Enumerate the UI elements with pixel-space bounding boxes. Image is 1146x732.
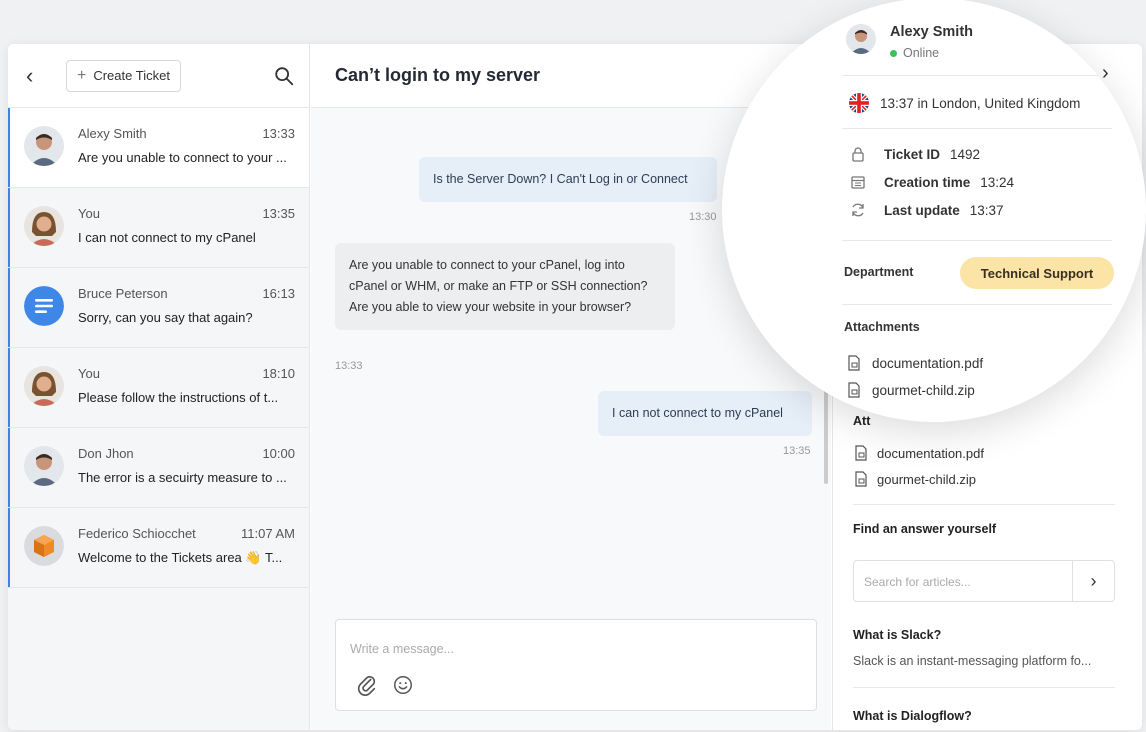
conversation-time: 13:35 xyxy=(262,206,295,221)
avatar xyxy=(24,526,64,566)
create-ticket-button[interactable]: + Create Ticket xyxy=(66,59,181,92)
conversation-name: Don Jhon xyxy=(78,446,134,461)
file-icon xyxy=(848,382,860,398)
article-search[interactable]: Search for articles... › xyxy=(853,560,1115,602)
department-label: Department xyxy=(844,265,914,279)
conversation-name: Bruce Peterson xyxy=(78,286,168,301)
location-text: 13:37 in London, United Kingdom xyxy=(880,95,1081,111)
search-icon[interactable] xyxy=(273,65,295,87)
avatar xyxy=(24,286,64,326)
message-bubble: I can not connect to my cPanel xyxy=(598,391,812,436)
article-title[interactable]: What is Slack? xyxy=(853,628,941,642)
conversation-item[interactable]: Federico Schiocchet 11:07 AM Welcome to t… xyxy=(8,508,309,588)
divider xyxy=(842,240,1112,241)
file-icon xyxy=(855,471,867,487)
conversation-time: 11:07 AM xyxy=(241,526,295,541)
attachment-name: gourmet-child.zip xyxy=(877,471,976,487)
conversation-time: 10:00 xyxy=(262,446,295,461)
conversation-preview: Sorry, can you say that again? xyxy=(78,310,253,325)
conversation-item[interactable]: You 18:10 Please follow the instructions … xyxy=(8,348,309,428)
back-arrow-icon[interactable]: ‹ xyxy=(26,64,46,86)
conversation-name: You xyxy=(78,206,100,221)
ticket-list-header: ‹ + Create Ticket xyxy=(8,44,309,108)
ticket-id-row: Ticket ID 1492 xyxy=(850,146,980,162)
attachment-name: documentation.pdf xyxy=(872,355,984,371)
find-answer-heading: Find an answer yourself xyxy=(853,522,997,536)
conversation-name: Alexy Smith xyxy=(78,126,147,141)
agent-name: Alexy Smith xyxy=(890,24,973,40)
message-time: 13:33 xyxy=(335,360,363,372)
online-dot xyxy=(890,49,897,57)
conversation-time: 16:13 xyxy=(262,286,295,301)
creation-time-row: Creation time 13:24 xyxy=(850,174,1014,190)
message-bubble: Are you unable to connect to your cPanel… xyxy=(335,243,675,330)
location-row: 13:37 in London, United Kingdom xyxy=(848,92,1080,114)
creation-time-value: 13:24 xyxy=(980,174,1015,190)
uk-flag-icon xyxy=(849,93,869,113)
attachment-name: gourmet-child.zip xyxy=(872,382,975,398)
conversation-preview: The error is a secuirty measure to ... xyxy=(78,470,287,485)
message-time: 13:30 xyxy=(689,211,717,223)
ticket-list-panel: ‹ + Create Ticket Alexy Smith 13:33 Are y… xyxy=(8,44,310,730)
article-search-input[interactable]: Search for articles... xyxy=(854,561,1072,601)
conversation-preview: Please follow the instructions of t... xyxy=(78,390,279,405)
last-update-row: Last update 13:37 xyxy=(850,202,1004,218)
lock-icon xyxy=(852,147,864,162)
plus-icon: + xyxy=(77,66,87,84)
attachment-item[interactable]: gourmet-child.zip xyxy=(853,471,976,487)
message-input[interactable]: Write a message... xyxy=(350,642,454,656)
conversation-name: You xyxy=(78,366,100,381)
divider xyxy=(842,128,1112,129)
refresh-icon xyxy=(852,203,864,217)
attachment-item[interactable]: documentation.pdf xyxy=(846,355,983,371)
creation-time-label: Creation time xyxy=(884,174,971,190)
conversation-preview: I can not connect to my cPanel xyxy=(78,230,256,245)
file-icon xyxy=(855,445,867,461)
create-ticket-label: Create Ticket xyxy=(93,68,170,83)
divider xyxy=(853,504,1115,505)
divider xyxy=(853,687,1115,688)
attachment-item[interactable]: gourmet-child.zip xyxy=(846,382,975,398)
conversation-time: 13:33 xyxy=(262,126,295,141)
paperclip-icon[interactable] xyxy=(356,674,378,696)
last-update-label: Last update xyxy=(884,202,960,218)
attachment-item[interactable]: documentation.pdf xyxy=(853,445,984,461)
chevron-right-icon[interactable]: › xyxy=(1072,561,1114,601)
conversation-item[interactable]: You 13:35 I can not connect to my cPanel xyxy=(8,188,309,268)
message-composer[interactable]: Write a message... xyxy=(335,619,817,711)
conversation-preview: Welcome to the Tickets area 👋 T... xyxy=(78,550,283,565)
conversation-time: 18:10 xyxy=(262,366,295,381)
conversation-item[interactable]: Don Jhon 10:00 The error is a secuirty me… xyxy=(8,428,309,508)
message-time: 13:35 xyxy=(783,445,811,457)
article-title[interactable]: What is Dialogflow? xyxy=(853,709,972,723)
file-icon xyxy=(848,355,860,371)
attachment-name: documentation.pdf xyxy=(877,445,984,461)
emoji-icon[interactable] xyxy=(392,674,414,696)
online-status: Online xyxy=(890,46,939,60)
avatar xyxy=(24,366,64,406)
conversation-item[interactable]: Bruce Peterson 16:13 Sorry, can you say t… xyxy=(8,268,309,348)
ticket-id-label: Ticket ID xyxy=(884,146,941,162)
calendar-icon xyxy=(851,176,865,189)
conversation-preview: Are you unable to connect to your ... xyxy=(78,150,287,165)
details-magnifier: Alexy Smith Online 13:37 in London, Unit… xyxy=(722,0,1146,422)
last-update-value: 13:37 xyxy=(969,202,1004,218)
avatar xyxy=(24,446,64,486)
avatar xyxy=(24,126,64,166)
attachments-heading: Att xyxy=(853,414,871,428)
attachments-heading: Attachments xyxy=(844,320,920,334)
divider xyxy=(842,304,1112,305)
article-description: Slack is an instant-messaging platform f… xyxy=(853,654,1092,668)
department-badge: Technical Support xyxy=(960,257,1114,289)
message-bubble: Is the Server Down? I Can't Log in or Co… xyxy=(419,157,717,202)
conversation-item[interactable]: Alexy Smith 13:33 Are you unable to conne… xyxy=(8,108,309,188)
ticket-id-value: 1492 xyxy=(950,146,981,162)
avatar xyxy=(24,206,64,246)
divider xyxy=(842,75,1112,76)
conversation-name: Federico Schiocchet xyxy=(78,526,196,541)
avatar xyxy=(846,24,876,54)
